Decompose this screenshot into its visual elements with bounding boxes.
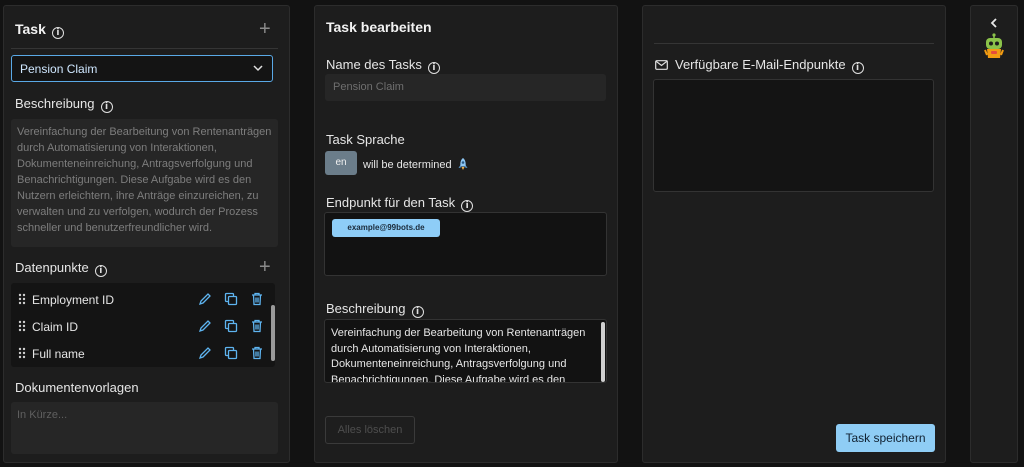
task-select-value: Pension Claim	[20, 62, 98, 76]
task-name-label-row: Name des Tasks i	[326, 57, 440, 74]
drag-handle-icon[interactable]	[18, 320, 26, 332]
task-panel-title: Task	[15, 21, 46, 37]
templates-box[interactable]: In Kürze...	[11, 402, 278, 454]
datapoint-name: Employment ID	[32, 293, 115, 307]
edit-panel-title: Task bearbeiten	[326, 19, 432, 35]
drag-handle-icon[interactable]	[18, 293, 26, 305]
edit-description-label-row: Beschreibung i	[326, 301, 424, 318]
edit-icon[interactable]	[198, 292, 212, 306]
email-endpoints-title: Verfügbare E-Mail-Endpunkte	[675, 57, 846, 72]
language-status: will be determined	[363, 159, 452, 171]
datapoint-row[interactable]: Claim ID	[11, 314, 269, 340]
description-textarea[interactable]: Vereinfachung der Bearbeitung von Renten…	[324, 319, 607, 383]
datapoint-name: Full name	[32, 347, 85, 361]
info-icon[interactable]: i	[411, 306, 424, 318]
drag-handle-icon[interactable]	[18, 347, 26, 359]
info-icon[interactable]: i	[427, 62, 440, 74]
rocket-icon	[458, 158, 468, 170]
chevron-left-icon[interactable]	[989, 17, 999, 29]
endpoint-label-row: Endpunkt für den Task i	[326, 195, 474, 212]
endpoint-chip[interactable]: example@99bots.de	[332, 219, 440, 237]
endpoint-label: Endpunkt für den Task	[326, 195, 456, 210]
divider	[11, 48, 278, 49]
description-scrollbar[interactable]	[601, 322, 605, 382]
save-task-button[interactable]: Task speichern	[836, 424, 935, 452]
description-label: Beschreibung	[15, 96, 95, 111]
datapoint-name: Claim ID	[32, 320, 79, 334]
datapoint-row[interactable]: Full name	[11, 341, 269, 367]
edit-icon[interactable]	[198, 319, 212, 333]
edit-description-label: Beschreibung	[326, 301, 406, 316]
description-label-row: Beschreibung i	[15, 96, 113, 113]
description-textarea-text: Vereinfachung der Bearbeitung von Renten…	[331, 327, 586, 383]
task-panel-title-row: Task i	[15, 21, 64, 39]
task-select[interactable]: Pension Claim	[11, 55, 273, 82]
info-icon[interactable]: i	[461, 200, 474, 212]
datapoints-label: Datenpunkte	[15, 260, 89, 275]
task-name-label: Name des Tasks	[326, 57, 422, 72]
datapoint-row[interactable]: Employment ID	[11, 287, 269, 313]
datapoints-label-row: Datenpunkte i	[15, 260, 107, 277]
info-icon[interactable]: i	[851, 62, 864, 74]
trash-icon[interactable]	[250, 292, 264, 306]
language-status-row: will be determined	[363, 157, 469, 171]
edit-icon[interactable]	[198, 346, 212, 360]
task-name-input[interactable]: Pension Claim	[325, 74, 606, 101]
trash-icon[interactable]	[250, 346, 264, 360]
assistant-sidebar	[970, 5, 1018, 463]
info-icon[interactable]: i	[51, 27, 64, 39]
delete-all-button[interactable]: Alles löschen	[325, 416, 415, 444]
templates-label: Dokumentenvorlagen	[15, 380, 139, 395]
mail-icon	[655, 60, 668, 70]
duplicate-icon[interactable]	[224, 319, 238, 333]
trash-icon[interactable]	[250, 319, 264, 333]
language-badge[interactable]: en	[325, 151, 357, 175]
divider	[654, 43, 934, 44]
email-endpoints-list[interactable]	[653, 79, 934, 192]
duplicate-icon[interactable]	[224, 346, 238, 360]
task-language-label: Task Sprache	[326, 132, 405, 147]
datapoints-scrollbar[interactable]	[271, 305, 275, 361]
info-icon[interactable]: i	[94, 265, 107, 277]
robot-mascot-icon[interactable]	[982, 33, 1006, 61]
datapoints-list: Employment ID Claim ID Full name	[11, 283, 275, 367]
task-description-text[interactable]: Vereinfachung der Bearbeitung von Renten…	[11, 119, 278, 247]
info-icon[interactable]: i	[100, 101, 113, 113]
add-datapoint-icon[interactable]: +	[259, 257, 271, 277]
chevron-down-icon	[253, 65, 263, 72]
add-task-icon[interactable]: +	[259, 19, 271, 39]
duplicate-icon[interactable]	[224, 292, 238, 306]
email-endpoints-title-row: Verfügbare E-Mail-Endpunkte i	[655, 57, 864, 74]
